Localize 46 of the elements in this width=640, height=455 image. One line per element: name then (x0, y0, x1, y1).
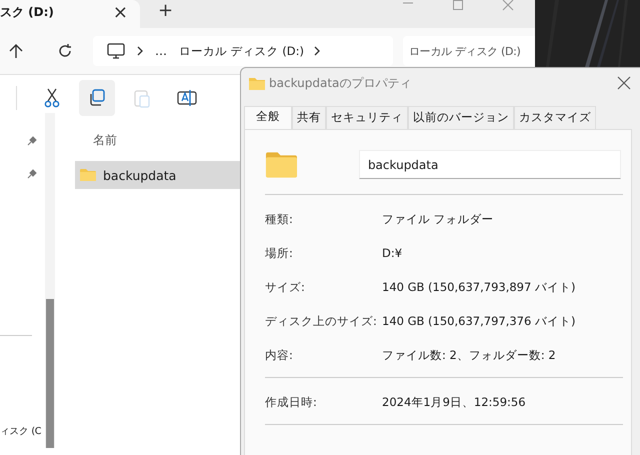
copy-button[interactable] (79, 80, 115, 116)
column-header[interactable]: 名前 (93, 132, 117, 149)
property-value: 2024年1月9日、12:59:56 (382, 394, 526, 410)
dialog-tab[interactable]: 以前のバージョン (408, 106, 514, 129)
dialog-tab[interactable]: カスタマイズ (514, 106, 596, 129)
property-value: 140 GB (150,637,797,376 バイト) (382, 314, 576, 328)
maximize-icon[interactable] (451, 0, 465, 12)
more-button[interactable]: … (155, 44, 167, 58)
explorer-tab[interactable]: スク (D:) × (0, 0, 140, 28)
folder-icon (265, 150, 298, 178)
dialog-tab[interactable]: 全般 (244, 106, 292, 129)
breadcrumb-item[interactable]: ローカル ディスク (D:) (179, 44, 304, 58)
name-field[interactable]: backupdata (358, 150, 621, 179)
paste-icon (133, 88, 151, 108)
scissors-icon (43, 88, 61, 108)
close-tab-button[interactable]: × (112, 2, 128, 22)
rename-icon (177, 89, 197, 107)
address-bar[interactable]: … ローカル ディスク (D:) (93, 36, 393, 66)
nav-item[interactable]: ィスク (C (0, 425, 41, 438)
property-label: ディスク上のサイズ: (265, 314, 378, 328)
property-value: 140 GB (150,637,793,897 バイト) (382, 280, 576, 294)
close-icon[interactable] (617, 76, 631, 90)
dialog-tab[interactable]: 共有 (292, 106, 326, 129)
scrollbar-thumb[interactable] (46, 299, 54, 448)
monitor-icon (107, 43, 125, 59)
property-label: 場所: (265, 246, 294, 260)
pin-icon (27, 136, 37, 146)
property-label: 作成日時: (265, 394, 318, 410)
property-value: ファイル数: 2、フォルダー数: 2 (382, 348, 556, 362)
search-field[interactable]: ローカル ディスク (D:) (403, 36, 535, 66)
dialog-tab[interactable]: セキュリティ (326, 106, 408, 129)
property-label: 種類: (265, 212, 294, 226)
chevron-icon (314, 46, 320, 56)
property-label: サイズ: (265, 280, 306, 294)
pin-icon (27, 169, 37, 179)
chevron-icon (137, 46, 143, 56)
folder-icon (79, 168, 97, 182)
folder-icon (249, 76, 265, 90)
dialog-title: backupdataのプロパティ (269, 74, 412, 92)
property-value: D:¥ (382, 246, 402, 260)
property-label: 内容: (265, 348, 294, 362)
up-arrow-icon[interactable] (9, 43, 23, 59)
copy-icon (88, 89, 106, 107)
property-value: ファイル フォルダー (382, 212, 494, 226)
refresh-icon[interactable] (57, 43, 73, 59)
new-tab-button[interactable]: + (158, 0, 174, 22)
